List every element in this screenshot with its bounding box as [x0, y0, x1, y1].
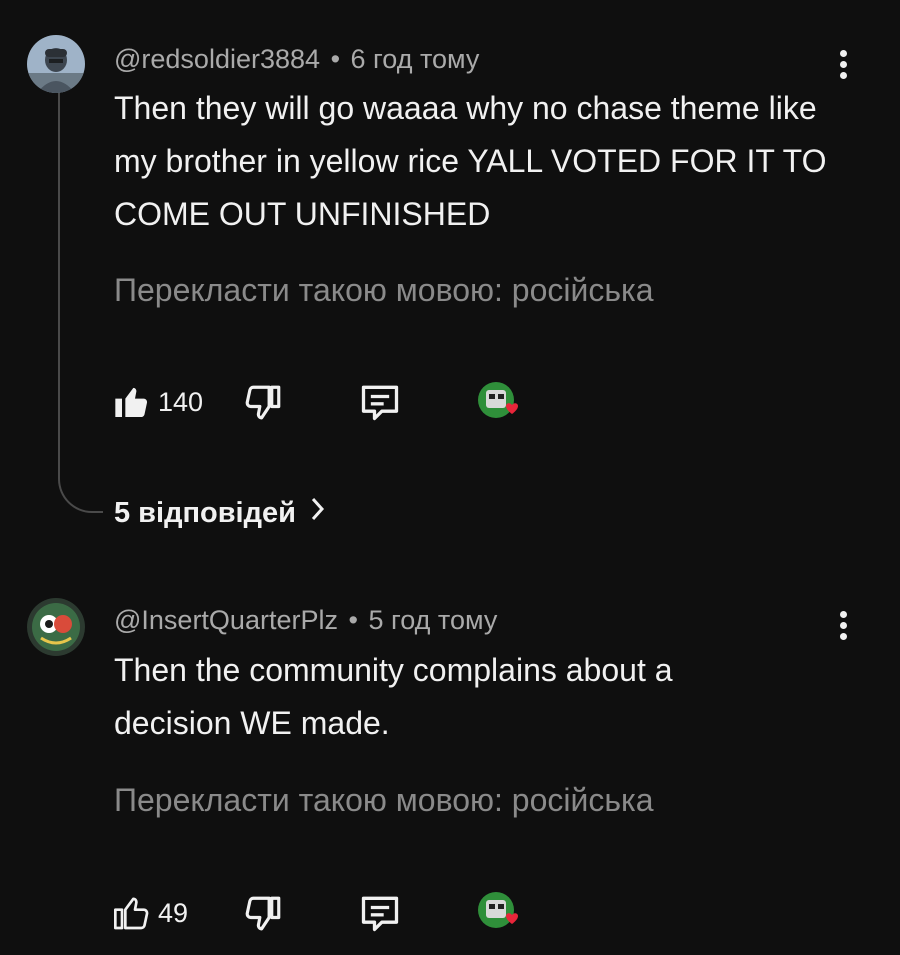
thread-line [58, 93, 60, 475]
thumbs-down-icon [242, 382, 284, 424]
translate-link[interactable]: Перекласти такою мовою: російська [114, 272, 654, 309]
meta-separator: • [348, 605, 358, 635]
like-count: 49 [158, 897, 189, 928]
more-vertical-icon [839, 49, 847, 57]
like-button[interactable]: 140 [112, 382, 203, 422]
reply-icon [358, 380, 402, 424]
creator-heart [476, 380, 522, 426]
more-options-button[interactable] [828, 605, 858, 645]
comment-meta: @InsertQuarterPlz • 5 год тому [114, 605, 497, 636]
translate-link[interactable]: Перекласти такою мовою: російська [114, 782, 654, 819]
reply-icon [358, 891, 402, 935]
thumbs-up-icon [112, 893, 152, 933]
like-count: 140 [158, 386, 204, 417]
author-handle[interactable]: @InsertQuarterPlz [114, 605, 338, 635]
reply-button[interactable] [358, 380, 402, 424]
creator-heart-icon [478, 382, 518, 418]
comment-time[interactable]: 6 год тому [351, 44, 480, 74]
creator-heart-icon [478, 892, 518, 928]
chevron-right-icon [310, 496, 326, 530]
avatar-redsoldier[interactable] [27, 35, 85, 93]
creator-heart [476, 890, 522, 936]
like-button[interactable]: 49 [112, 893, 188, 933]
avatar-insertquarter[interactable] [27, 598, 85, 656]
meta-separator: • [330, 44, 341, 74]
author-handle[interactable]: @redsoldier3884 [114, 44, 320, 74]
dislike-button[interactable] [242, 893, 284, 935]
comment-text: Then the community complains about a dec… [114, 652, 673, 741]
view-replies-button[interactable]: 5 відповідей [114, 496, 326, 530]
comment-text: Then they will go waaaa why no chase the… [114, 90, 827, 232]
thumbs-down-icon [242, 893, 284, 935]
dislike-button[interactable] [242, 382, 284, 424]
more-vertical-icon [839, 610, 847, 618]
thread-curve [58, 473, 103, 513]
replies-label: 5 відповідей [114, 496, 296, 529]
comment-1: @redsoldier3884 • 6 год тому Then they w… [0, 0, 900, 560]
more-options-button[interactable] [828, 44, 858, 84]
reply-button[interactable] [358, 891, 402, 935]
comment-time[interactable]: 5 год тому [368, 605, 497, 635]
comment-2: @InsertQuarterPlz • 5 год тому Then the … [0, 560, 900, 955]
comment-meta: @redsoldier3884 • 6 год тому [114, 44, 479, 75]
thumbs-up-icon [112, 382, 152, 422]
